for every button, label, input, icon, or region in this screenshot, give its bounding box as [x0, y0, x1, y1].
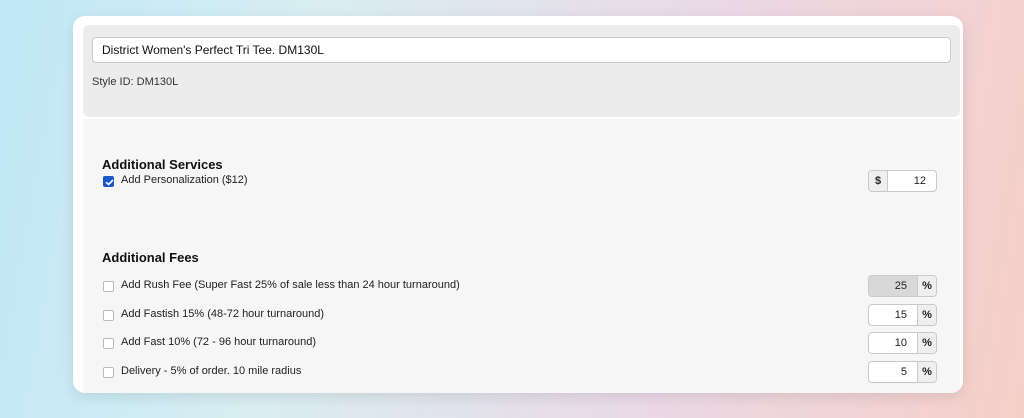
options-panel: Additional Services Add Personalization … — [83, 119, 960, 393]
style-id-label: Style ID: DM130L — [92, 76, 179, 88]
additional-fees-title: Additional Fees — [102, 250, 199, 265]
rush-fee-checkbox[interactable] — [103, 281, 114, 292]
personalization-row: Add Personalization ($12) $ 12 — [102, 170, 942, 192]
personalization-label: Add Personalization ($12) — [121, 174, 248, 186]
fastish-fee-percent-group: 15 % — [868, 304, 937, 326]
fast-fee-percent-group: 10 % — [868, 332, 937, 354]
fastish-fee-percent-input[interactable]: 15 — [869, 305, 917, 325]
product-card: Style ID: DM130L Additional Services Add… — [73, 16, 963, 393]
product-name-input[interactable] — [92, 37, 951, 63]
percent-addon: % — [917, 276, 936, 296]
product-header: Style ID: DM130L — [83, 25, 960, 117]
delivery-fee-label: Delivery - 5% of order. 10 mile radius — [121, 365, 302, 377]
fast-fee-checkbox[interactable] — [103, 338, 114, 349]
delivery-fee-percent-input[interactable]: 5 — [869, 362, 917, 382]
personalization-price-input[interactable]: 12 — [888, 171, 936, 191]
fastish-fee-row: Add Fastish 15% (48-72 hour turnaround) … — [102, 304, 942, 326]
percent-addon: % — [917, 362, 936, 382]
personalization-checkbox[interactable] — [103, 176, 114, 187]
fastish-fee-label: Add Fastish 15% (48-72 hour turnaround) — [121, 308, 325, 320]
rush-fee-row: Add Rush Fee (Super Fast 25% of sale les… — [102, 275, 942, 297]
personalization-price-group: $ 12 — [868, 170, 937, 192]
rush-fee-percent-group: 25 % — [868, 275, 937, 297]
fast-fee-row: Add Fast 10% (72 - 96 hour turnaround) 1… — [102, 332, 942, 354]
fast-fee-label: Add Fast 10% (72 - 96 hour turnaround) — [121, 336, 317, 348]
checkmark-icon — [105, 179, 114, 186]
percent-addon: % — [917, 333, 936, 353]
percent-addon: % — [917, 305, 936, 325]
rush-fee-label: Add Rush Fee (Super Fast 25% of sale les… — [121, 279, 460, 291]
delivery-fee-percent-group: 5 % — [868, 361, 937, 383]
fast-fee-percent-input[interactable]: 10 — [869, 333, 917, 353]
delivery-fee-row: Delivery - 5% of order. 10 mile radius 5… — [102, 361, 942, 383]
fastish-fee-checkbox[interactable] — [103, 310, 114, 321]
rush-fee-percent-input: 25 — [869, 276, 917, 296]
dollar-addon: $ — [869, 171, 888, 191]
delivery-fee-checkbox[interactable] — [103, 367, 114, 378]
